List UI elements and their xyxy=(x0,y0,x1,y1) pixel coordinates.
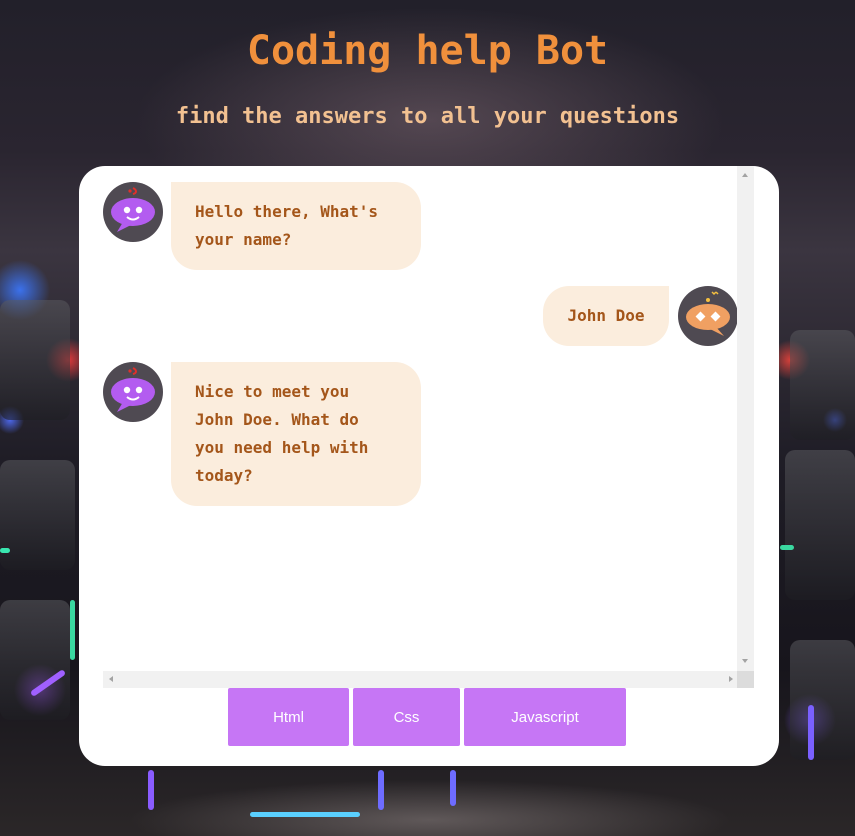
page-title: Coding help Bot xyxy=(246,28,609,74)
horizontal-scrollbar[interactable] xyxy=(103,671,754,688)
vertical-scrollbar[interactable] xyxy=(737,166,754,671)
option-buttons: Html Css Javascript xyxy=(79,688,779,746)
user-message: John Doe xyxy=(543,286,669,346)
css-option-button[interactable]: Css xyxy=(353,688,460,746)
bot-chat-bubble-icon xyxy=(111,367,155,412)
javascript-option-button[interactable]: Javascript xyxy=(464,688,626,746)
bot-message: Hello there, What's your name? xyxy=(171,182,421,270)
user-avatar xyxy=(678,286,738,346)
scroll-left-arrow-icon[interactable] xyxy=(109,676,113,682)
page-subtitle: find the answers to all your questions xyxy=(175,104,680,129)
chat-messages-area[interactable]: Hello there, What's your name? John Doe xyxy=(103,166,754,688)
chat-window: Hello there, What's your name? John Doe xyxy=(79,166,779,766)
bot-chat-bubble-icon xyxy=(111,187,155,232)
scrollbar-corner xyxy=(737,671,754,688)
bot-avatar xyxy=(103,182,163,242)
scroll-up-arrow-icon[interactable] xyxy=(742,173,748,177)
scroll-right-arrow-icon[interactable] xyxy=(729,676,733,682)
bot-avatar xyxy=(103,362,163,422)
html-option-button[interactable]: Html xyxy=(228,688,349,746)
user-chat-bubble-icon xyxy=(686,291,730,336)
bot-message: Nice to meet you John Doe. What do you n… xyxy=(171,362,421,506)
scroll-down-arrow-icon[interactable] xyxy=(742,659,748,663)
